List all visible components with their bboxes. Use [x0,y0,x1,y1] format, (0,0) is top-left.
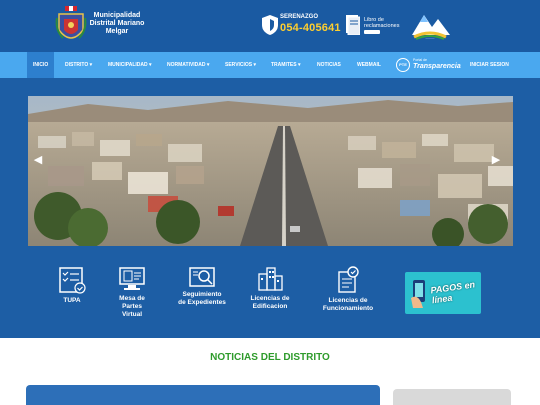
checklist-icon [59,267,86,294]
libro-reclamaciones-link[interactable]: Libro de reclamaciones [346,14,406,38]
news-heading: NOTICIAS DEL DISTRITO [210,352,330,363]
quick-link-label: Licencias de Funcionamiento [322,297,374,312]
quick-link-label: Licencias de Edificacion [250,295,290,310]
quick-link-label: Mesa de Partes Virtual [119,295,145,318]
main-navigation: INICIO DISTRITO ▾ MUNICIPALIDAD ▾ NORMAT… [0,52,540,78]
slider-prev-arrow[interactable]: ◀ [32,154,44,166]
license-document-icon [338,266,359,293]
reclamaciones-badge [364,30,380,34]
nav-item-municipalidad[interactable]: MUNICIPALIDAD ▾ [108,52,152,78]
pagos-en-linea-banner[interactable]: PAGOS en línea [405,272,481,314]
slider-next-arrow[interactable]: ▶ [490,154,502,166]
transparencia-badge: PTE [396,58,410,72]
nav-item-tramites[interactable]: TRAMITES ▾ [271,52,300,78]
hero-slider[interactable] [28,96,513,246]
quick-link-licencias-edificacion[interactable]: Licencias de Edificacion [248,266,292,326]
news-featured-card[interactable] [26,385,380,405]
quick-link-label: Seguimiento de Expedientes [178,291,226,306]
nav-item-normatividad[interactable]: NORMATIVIDAD ▾ [167,52,209,78]
quick-link-licencias-funcionamiento[interactable]: Licencias de Funcionamiento [318,266,378,326]
buildings-icon [258,267,283,291]
nav-item-webmail[interactable]: WEBMAIL [357,52,381,78]
municipality-name[interactable]: Municipalidad Distrital Mariano Melgar [88,12,146,36]
municipal-crest-logo[interactable] [55,6,87,46]
reclamaciones-label: Libro de reclamaciones [364,17,400,29]
serenazgo-label: SERENAZGO [280,14,319,20]
quick-link-mesa-de-partes[interactable]: Mesa de Partes Virtual [112,266,152,326]
news-section: NOTICIAS DEL DISTRITO [0,338,540,405]
shield-icon [262,15,278,35]
phone-payment-icon [411,280,425,308]
nav-item-distrito[interactable]: DISTRITO ▾ [65,52,92,78]
serenazgo-contact[interactable]: SERENAZGO 054-405641 [262,13,342,39]
computer-monitor-icon [119,267,145,290]
quick-link-seguimiento[interactable]: Seguimiento de Expedientes [178,266,226,326]
transparencia-small-label: Portal de [413,58,428,62]
aerial-city-photo [28,96,513,246]
quick-link-tupa[interactable]: TUPA [52,266,92,326]
nav-item-inicio[interactable]: INICIO [27,52,55,78]
nav-item-iniciar-sesion[interactable]: INICIAR SESION [470,52,509,78]
book-icon [346,15,360,35]
serenazgo-phone: 054-405641 [280,22,341,34]
document-search-icon [189,267,215,287]
nav-item-noticias[interactable]: NOTICIAS [317,52,341,78]
transparencia-label: Transparencia [413,63,461,70]
site-header: Municipalidad Distrital Mariano Melgar S… [0,0,540,52]
quick-link-label: TUPA [63,297,81,304]
pagos-label: PAGOS en línea [429,279,476,306]
news-side-card[interactable] [393,389,511,405]
brand-tagline-mark: ——— [425,36,435,40]
nav-item-servicios[interactable]: SERVICIOS ▾ [225,52,256,78]
